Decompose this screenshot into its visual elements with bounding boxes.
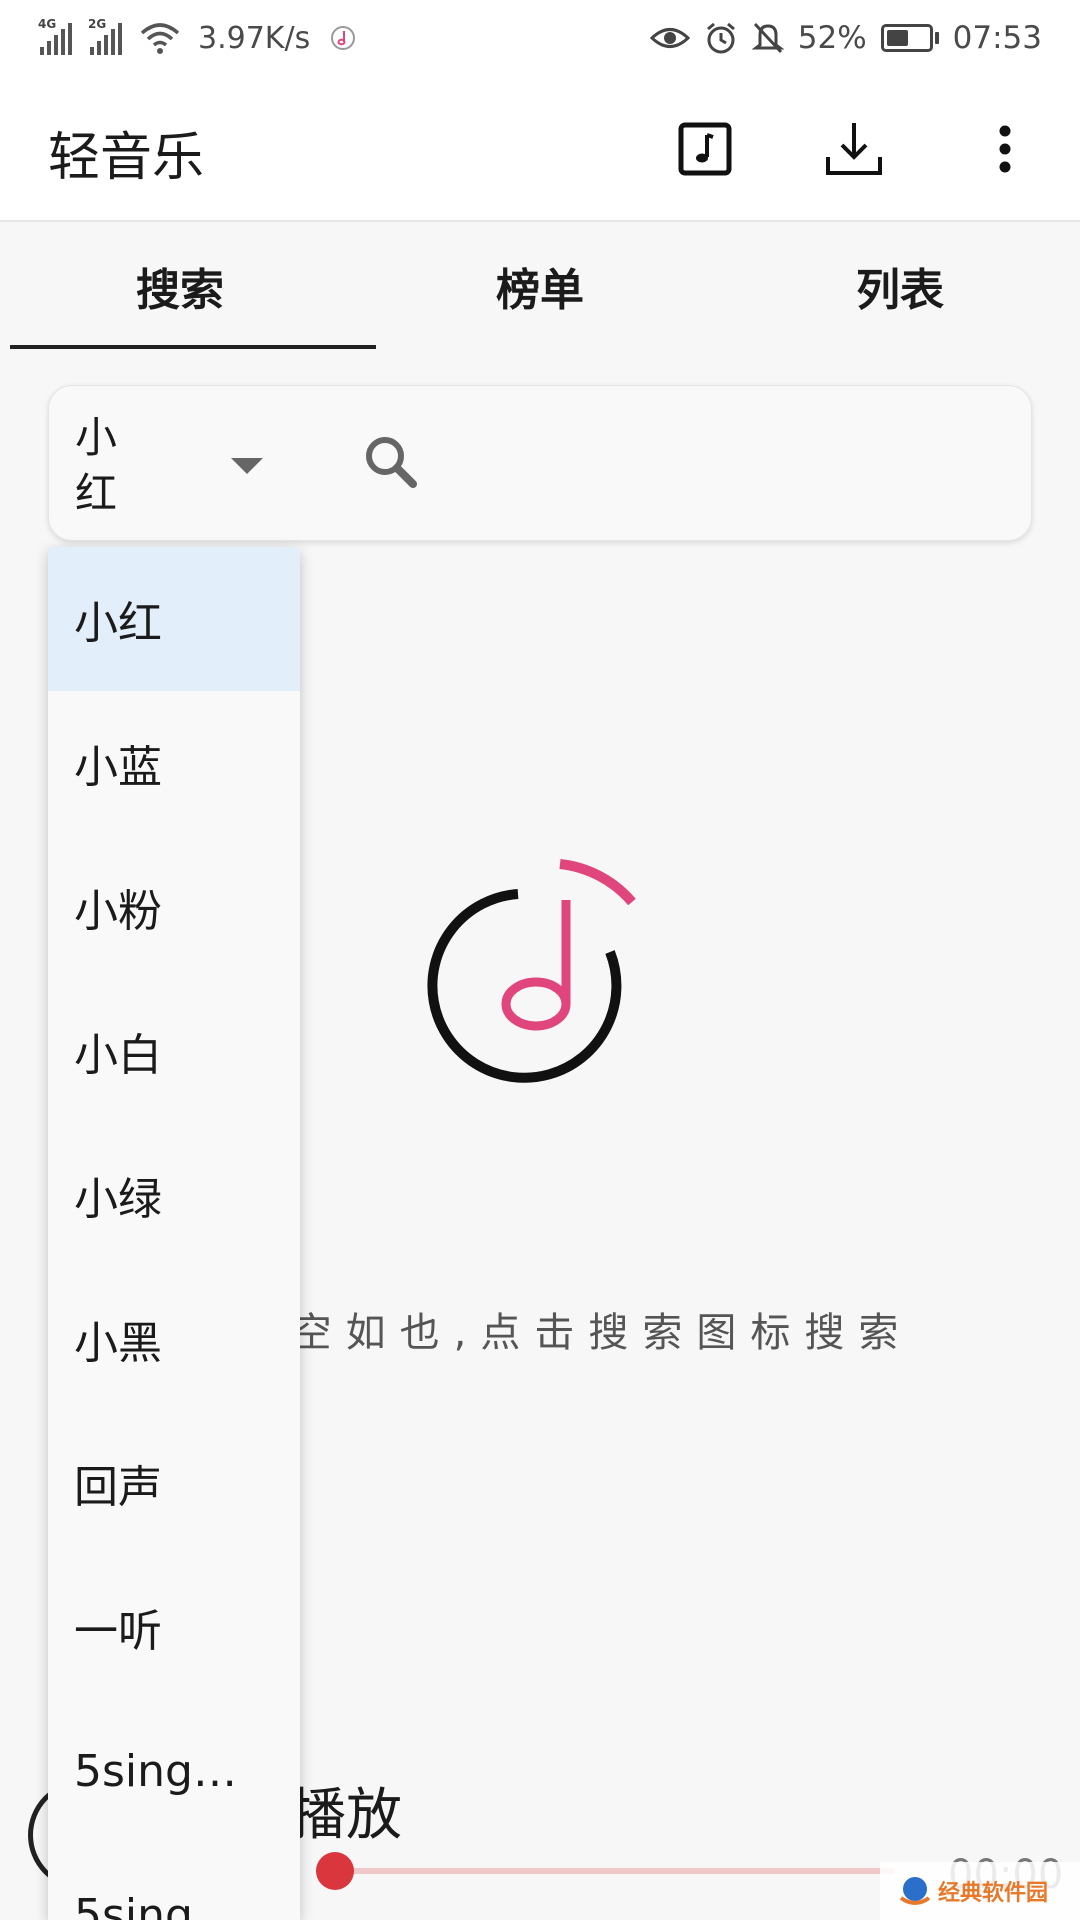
- status-bar: 4G 2G 3.97K/s 52% 07:53: [0, 0, 1080, 75]
- source-option[interactable]: 小粉: [48, 835, 300, 979]
- eye-icon: [649, 28, 690, 48]
- player-title: 播放: [290, 1783, 402, 1848]
- source-dropdown-menu: 小红 小蓝 小粉 小白 小绿 小黑 回声 一听 5sing… 5sing…: [48, 547, 300, 1920]
- search-icon[interactable]: [359, 430, 423, 494]
- tab-bar: 搜索 榜单 列表: [0, 222, 1080, 350]
- progress-thumb[interactable]: [316, 1852, 354, 1890]
- watermark-text: 经典软件园: [938, 1881, 1049, 1906]
- source-option[interactable]: 回声: [48, 1411, 300, 1555]
- tab-search[interactable]: 搜索: [0, 222, 360, 350]
- cellular-signal-icon-2: 2G: [88, 17, 122, 55]
- source-option[interactable]: 小蓝: [48, 691, 300, 835]
- battery-icon: [880, 24, 939, 52]
- app-bar: 轻音乐: [0, 75, 1080, 222]
- cellular-signal-icon: 4G: [38, 17, 72, 55]
- source-option[interactable]: 5sing…: [48, 1843, 300, 1920]
- source-option[interactable]: 小红: [48, 547, 300, 691]
- watermark: 经典软件园: [880, 1862, 1080, 1920]
- source-option[interactable]: 小白: [48, 979, 300, 1123]
- more-vert-icon[interactable]: [969, 113, 1041, 185]
- source-option[interactable]: 5sing…: [48, 1699, 300, 1843]
- dropdown-arrow-icon[interactable]: [231, 458, 263, 474]
- source-option[interactable]: 小黑: [48, 1267, 300, 1411]
- battery-percent: 52%: [797, 20, 867, 56]
- network-type-label: 4G: [38, 17, 57, 31]
- tab-indicator: [10, 345, 376, 349]
- app-notification-icon: [331, 26, 356, 50]
- app-title: 轻音乐: [48, 128, 205, 188]
- watermark-logo-icon: [898, 1874, 932, 1908]
- wifi-icon: [140, 23, 180, 54]
- network-speed: 3.97K/s: [198, 20, 311, 56]
- mute-bell-icon: [751, 22, 784, 54]
- download-icon[interactable]: [818, 113, 890, 185]
- clock: 07:53: [952, 20, 1042, 56]
- source-select[interactable]: 小红: [75, 410, 129, 522]
- alarm-icon: [706, 22, 735, 54]
- source-option[interactable]: 一听: [48, 1555, 300, 1699]
- music-note-icon[interactable]: [669, 113, 741, 185]
- network-type-label-2: 2G: [88, 17, 107, 31]
- tab-list[interactable]: 列表: [720, 222, 1080, 350]
- progress-track[interactable]: [335, 1868, 895, 1874]
- search-input[interactable]: [449, 426, 1009, 502]
- source-option[interactable]: 小绿: [48, 1123, 300, 1267]
- app-logo-icon: [418, 850, 678, 1110]
- tab-charts[interactable]: 榜单: [360, 222, 720, 350]
- search-bar: 小红: [48, 385, 1032, 541]
